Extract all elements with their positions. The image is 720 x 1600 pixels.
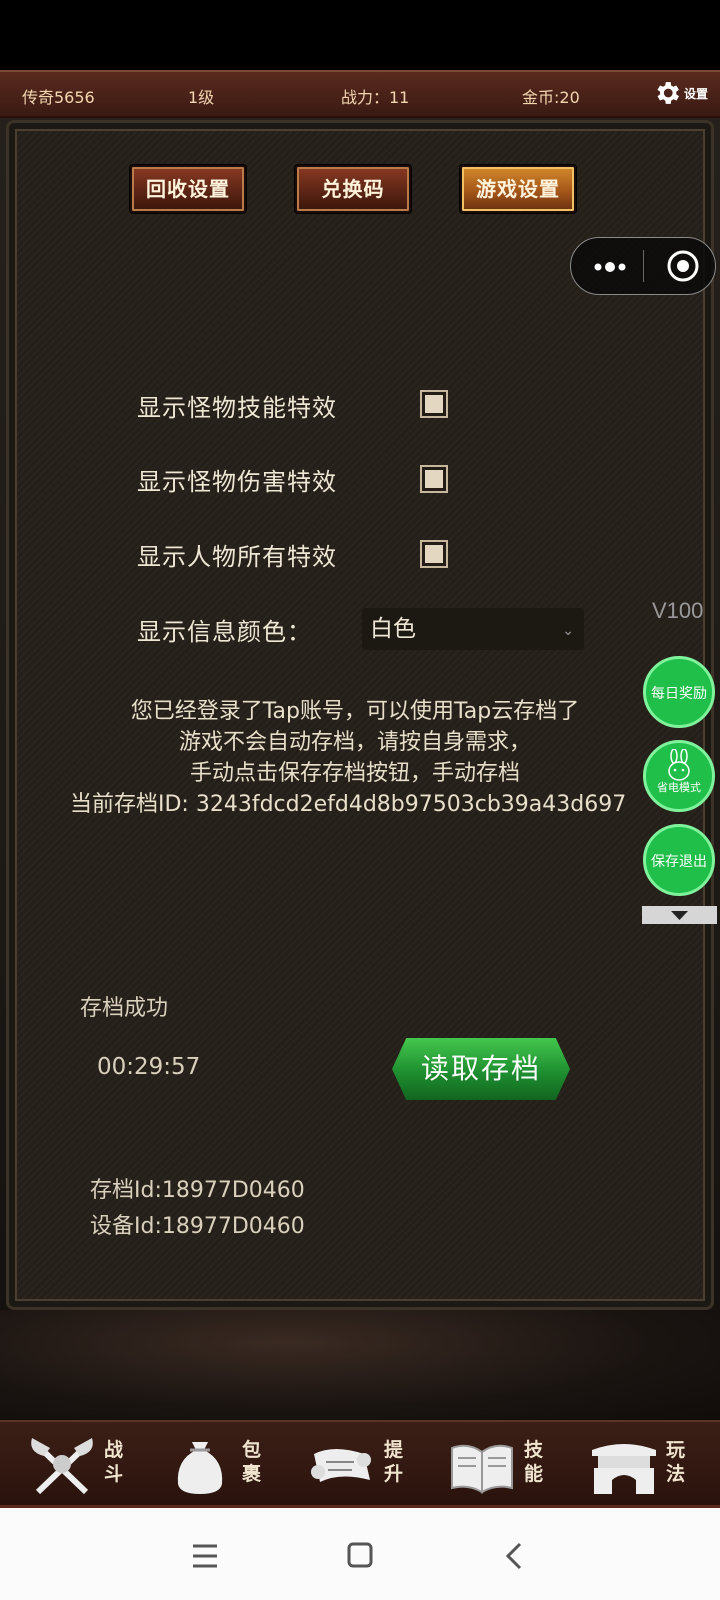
nav-gameplay-label: 玩法: [666, 1439, 686, 1485]
nav-upgrade-label: 提升: [384, 1439, 404, 1485]
status-bar: [0, 0, 720, 70]
gear-icon: [657, 82, 679, 104]
info-color-value: 白色: [370, 616, 416, 642]
top-resource-bar: 传奇5656 1级 战力：11 金币:20 设置: [0, 70, 720, 118]
miniprogram-capsule: [570, 237, 716, 295]
close-miniprogram-icon[interactable]: [666, 249, 700, 283]
power-save-button[interactable]: 省电模式: [643, 740, 715, 812]
save-exit-button[interactable]: 保存退出: [643, 824, 715, 896]
nav-battle-label: 战斗: [104, 1439, 124, 1485]
settings-label: 设置: [683, 86, 708, 101]
save-time: 00:29:57: [97, 1054, 201, 1080]
load-save-button[interactable]: 读取存档: [392, 1038, 570, 1100]
info-color-select[interactable]: 白色 ⌄: [362, 608, 584, 650]
scene-background: [0, 1310, 720, 1420]
nav-bag[interactable]: 包裹: [164, 1428, 294, 1504]
player-level: 1级: [188, 88, 215, 107]
option-character-effects-label: 显示人物所有特效: [137, 543, 337, 571]
device-id: 设备Id:18977D0460: [90, 1214, 305, 1239]
info-color-label: 显示信息颜色：: [137, 618, 312, 646]
tab-redeem-code[interactable]: 兑换码: [295, 165, 411, 213]
option-monster-damage-effects-checkbox[interactable]: [422, 467, 446, 491]
nav-gameplay[interactable]: 玩法: [588, 1428, 718, 1504]
option-monster-damage-effects-label: 显示怪物伤害特效: [137, 468, 337, 496]
cloud-info-line-2: 游戏不会自动存档，请按自身需求，: [178, 730, 531, 755]
settings-button[interactable]: 设置: [652, 78, 708, 108]
daily-reward-button[interactable]: 每日奖励: [643, 656, 715, 728]
option-monster-skill-effects-label: 显示怪物技能特效: [137, 394, 337, 422]
tab-game-settings[interactable]: 游戏设置: [460, 165, 576, 213]
back-icon[interactable]: [500, 1542, 530, 1570]
menu-icon[interactable]: [190, 1542, 220, 1570]
system-nav-bar: [0, 1508, 720, 1600]
triangle-down-icon: [671, 911, 688, 920]
home-icon[interactable]: [345, 1542, 375, 1570]
nav-skills-label: 技能: [524, 1439, 544, 1485]
option-character-effects-checkbox[interactable]: [422, 542, 446, 566]
player-gold: 金币:20: [522, 88, 580, 107]
chevron-down-icon: ⌄: [562, 623, 574, 639]
collapse-floating-button[interactable]: [642, 906, 717, 924]
power-save-label: 省电模式: [657, 782, 701, 794]
bag-icon: [177, 1442, 223, 1494]
nav-battle[interactable]: 战斗: [26, 1428, 156, 1504]
save-status: 存档成功: [80, 996, 169, 1021]
cloud-info-line-3: 手动点击保存存档按钮，手动存档: [189, 761, 520, 786]
capsule-divider: [643, 250, 644, 282]
scroll-icon: [311, 1449, 371, 1482]
book-icon: [451, 1444, 513, 1494]
nav-upgrade[interactable]: 提升: [306, 1428, 436, 1504]
current-save-id: 当前存档ID: 3243fdcd2efd4d8b97503cb39a43d697: [70, 792, 627, 817]
player-name: 传奇5656: [22, 88, 95, 107]
tab-recycle-settings[interactable]: 回收设置: [130, 165, 246, 213]
more-dots-icon[interactable]: [593, 257, 627, 277]
battle-axes-icon: [31, 1438, 93, 1495]
cloud-info-line-1: 您已经登录了Tap账号，可以使用Tap云存档了: [130, 699, 580, 724]
player-power: 战力：11: [341, 88, 410, 107]
nav-bag-label: 包裹: [242, 1439, 262, 1485]
rabbit-icon: [668, 749, 690, 781]
nav-skills[interactable]: 技能: [446, 1428, 576, 1504]
version-label: V100: [652, 598, 704, 623]
option-monster-skill-effects-checkbox[interactable]: [422, 392, 446, 416]
bottom-nav: 战斗 包裹 提升 技能 玩法: [0, 1420, 720, 1508]
gate-icon: [592, 1444, 656, 1494]
save-id: 存档Id:18977D0460: [90, 1178, 305, 1203]
